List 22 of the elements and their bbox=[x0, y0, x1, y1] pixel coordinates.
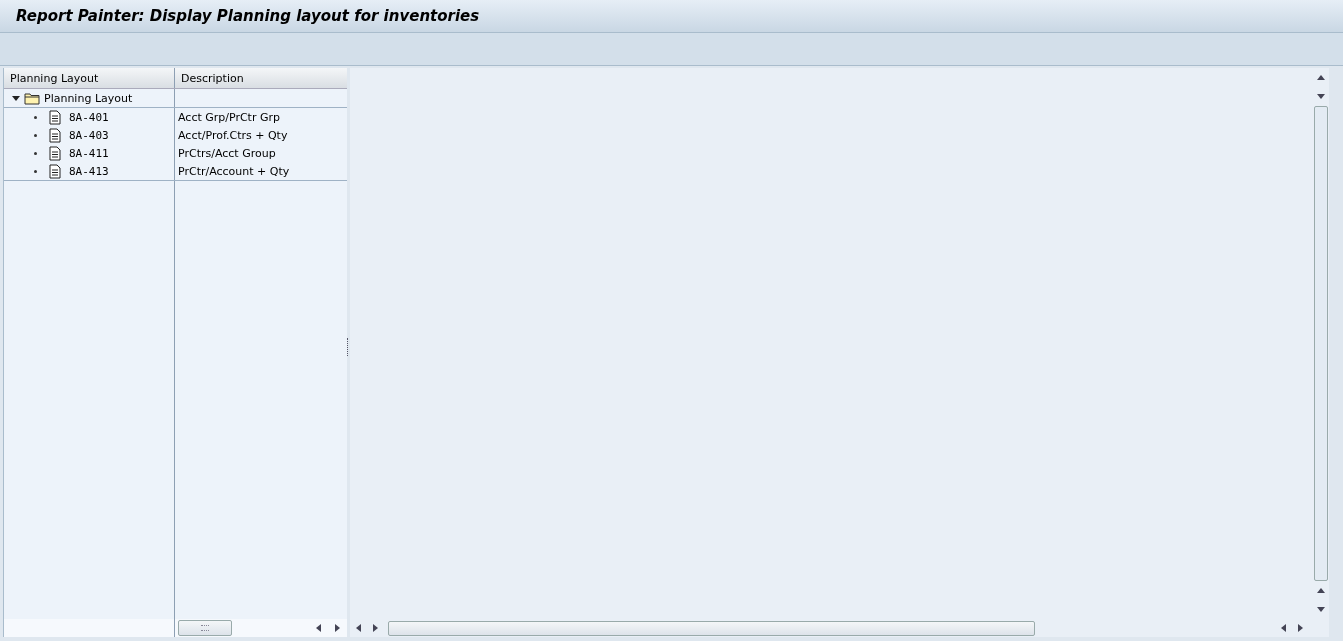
description-text: PrCtr/Account + Qty bbox=[178, 164, 290, 178]
description-text: Acct Grp/PrCtr Grp bbox=[178, 110, 280, 124]
bullet-icon bbox=[34, 169, 37, 173]
description-text: Acct/Prof.Ctrs + Qty bbox=[178, 128, 288, 142]
tree-node-label[interactable]: 8A-413 bbox=[69, 164, 109, 178]
expand-arrow-icon[interactable] bbox=[12, 94, 20, 102]
document-icon bbox=[49, 109, 61, 125]
column-header[interactable]: Planning Layout bbox=[4, 68, 175, 88]
document-icon bbox=[49, 145, 61, 161]
description-text: PrCtrs/Acct Group bbox=[178, 146, 276, 160]
folder-icon bbox=[24, 91, 40, 105]
document-icon bbox=[49, 163, 61, 179]
column-header[interactable]: Description bbox=[175, 68, 347, 88]
tree-node-label[interactable]: 8A-401 bbox=[69, 110, 109, 124]
tree-node-label[interactable]: 8A-411 bbox=[69, 146, 109, 160]
tree-node-label[interactable]: Planning Layout bbox=[44, 91, 133, 105]
document-icon bbox=[49, 127, 61, 143]
bullet-icon bbox=[34, 133, 37, 137]
bullet-icon bbox=[34, 115, 37, 119]
bullet-icon bbox=[34, 151, 37, 155]
window-title: Report Painter: Display Planning layout for inventories bbox=[16, 7, 480, 25]
tree-node-label[interactable]: 8A-403 bbox=[69, 128, 109, 142]
